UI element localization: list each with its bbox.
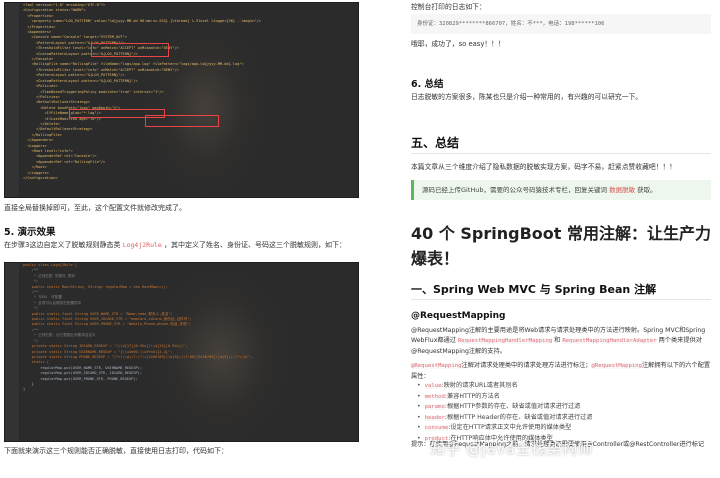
tip-keyword-link[interactable]: 数据脱敏 [609, 186, 635, 194]
right-document-page: 控制台打印的日志如下： 身份证：320829********866707，姓名：… [395, 0, 720, 478]
zhihu-watermark: 知乎 @Java全栈架构师 [430, 440, 593, 458]
divider [411, 153, 711, 154]
left-document-page: <?xml version="1.0" encoding="UTF-8"?> <C… [0, 0, 364, 478]
paragraph-after-code1: 直接全局替换掉即可，至此，这个配置文件就修改完成了。 [4, 204, 186, 212]
code-screenshot-log4j2-xml: <?xml version="1.0" encoding="UTF-8"?> <C… [4, 2, 359, 198]
highlight-box-pattern [145, 115, 219, 127]
summary-5-text: 本篇文章从三个维度介绍了隐私数据的脱敏实现方案，码字不易，赶紧点赞收藏吧！！！ [411, 163, 677, 171]
code1-body: <?xml version="1.0" encoding="UTF-8"?> <C… [5, 3, 358, 181]
attribute-list: value:映射的请求URL或者其别名method:兼容HTTP的方法名para… [424, 381, 593, 445]
code-screenshot-log4j2rule-java: public class Log4j2Rule { /** * 正则匹配 关键词… [4, 262, 359, 442]
attribute-desc: :根据HTTP参数的存在、缺省或值对请求进行过滤 [444, 403, 581, 411]
p2-a: 注解对请求处理类中的请求处理方法进行标注； [461, 362, 592, 369]
attribute-desc: :兼容HTTP的方法名 [444, 392, 500, 400]
attribute-list-item: method:兼容HTTP的方法名 [424, 392, 592, 403]
attribute-name: params [424, 404, 445, 411]
paragraph-requestmapping-2: @RequestMapping注解对请求处理类中的请求处理方法进行标注；@Req… [411, 361, 716, 382]
divider-2 [411, 299, 711, 300]
attribute-list-item: value:映射的请求URL或者其别名 [424, 381, 592, 392]
attribute-name: value [424, 383, 442, 389]
source-tip-box: 源码已经上传GitHub，需要的公众号码猿技术专栏，回复关键词 数据脱敏 获取。 [411, 180, 711, 200]
heading-requestmapping: @RequestMapping [411, 311, 506, 321]
summary-6-text: 日志脱敏的方案很多，陈某也只是介绍一种常用的，有兴趣的可以研究一下。 [411, 93, 643, 101]
code2-body: public class Log4j2Rule { /** * 正则匹配 关键词… [5, 263, 358, 393]
inline-code-handlermapping: RequestMappingHandlerMapping [457, 337, 553, 344]
p1-b: 和 [554, 336, 561, 344]
inline-code-requestmapping-1: @RequestMapping [411, 363, 462, 369]
paragraph-demo-desc: 在步骤3这边自定义了脱敏规则静态类 Log4j2Rule ，其中定义了姓名、身份… [4, 240, 357, 251]
tip-pre: 源码已经上传GitHub，需要的公众号码猿技术专栏，回复关键词 [422, 186, 610, 194]
code1-line: </Configuration> [23, 176, 58, 180]
attribute-list-item: header:根据HTTP Header的存在、缺省或值对请求进行过滤 [424, 413, 593, 424]
page-gap [363, 0, 395, 478]
success-text: 哦耶，成功了，so easy！！！ [411, 40, 505, 48]
attribute-name: consume [424, 425, 449, 432]
heading-chapter-5-summary: 五、总结 [411, 136, 460, 150]
attribute-desc: :映射的请求URL或者其别名 [441, 382, 518, 389]
attribute-name: method [424, 393, 445, 400]
section-heading-demo: 5. 演示效果 [4, 227, 56, 238]
desc-pre: 在步骤3这边自定义了脱敏规则静态类 [4, 241, 123, 249]
article-title: 40 个 SpringBoot 常用注解：让生产力爆表！ [411, 224, 712, 268]
inline-code-handleradapter: RequestMappingHandlerAdapter [562, 337, 657, 344]
console-caption: 控制台打印的日志如下： [411, 3, 486, 11]
paragraph-requestmapping-1: @RequestMapping注解的主要用途是将Web请求与请求处理类中的方法进… [411, 326, 716, 356]
desc-post: ，其中定义了姓名、身份证、号码这三个脱敏规则，如下： [161, 241, 347, 249]
attribute-name: header [424, 414, 445, 421]
heading-summary-6: 6. 总结 [411, 79, 444, 90]
attribute-desc: :根据HTTP Header的存在、缺省或值对请求进行过滤 [444, 413, 593, 421]
heading-section-1: 一、Spring Web MVC 与 Spring Bean 注解 [411, 283, 657, 296]
attribute-list-item: consume:设定在HTTP请求正文中允许使用的媒体类型 [424, 423, 592, 434]
inline-code-requestmapping-2: @RequestMapping [591, 363, 642, 369]
paragraph-after-code2: 下面就来演示这三个规则能否正确脱敏，直接使用日志打印，代码如下： [4, 447, 228, 455]
inline-code-log4j2rule: Log4j2Rule [122, 241, 162, 249]
console-output-block: 身份证：320829********866707，姓名：不***，电话：198*… [411, 14, 711, 34]
code2-line: } [23, 387, 26, 392]
tip-post: 获取。 [635, 186, 657, 194]
attribute-desc: :设定在HTTP请求正文中允许使用的媒体类型 [448, 424, 572, 432]
attribute-list-item: params:根据HTTP参数的存在、缺省或值对请求进行过滤 [424, 402, 592, 413]
highlight-box-console [91, 43, 169, 57]
